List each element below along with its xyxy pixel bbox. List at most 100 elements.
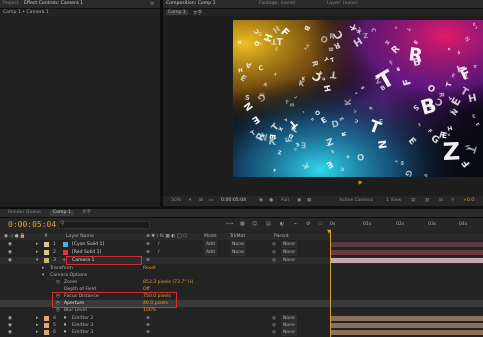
- layout-icon[interactable]: ▤: [411, 198, 415, 204]
- roi-icon[interactable]: ▣: [297, 198, 301, 204]
- composition-mini-flowchart-icon[interactable]: ⟷: [226, 221, 233, 227]
- resolution-dropdown[interactable]: Full: [281, 198, 289, 204]
- shy-switch-icon[interactable]: ⊕: [146, 315, 150, 322]
- snapshot-icon[interactable]: ◉: [259, 198, 263, 204]
- quality-switch-icon[interactable]: /: [158, 249, 160, 256]
- property-value[interactable]: Reset: [143, 265, 156, 272]
- property-value[interactable]: 100%: [143, 307, 156, 314]
- layer-duration-bar[interactable]: [330, 316, 483, 321]
- shy-switch-icon[interactable]: ⊕: [146, 257, 150, 264]
- layer-name[interactable]: Emitter 3: [72, 329, 93, 336]
- parent-dropdown[interactable]: None: [281, 257, 297, 264]
- layer-name[interactable]: [Cyan Solid 1]: [72, 241, 104, 248]
- expand-triangle-icon[interactable]: ▸: [42, 265, 44, 272]
- active-camera-dropdown[interactable]: Active Camera: [339, 198, 373, 204]
- tab-composition[interactable]: Composition: Comp 1: [166, 1, 216, 7]
- channel-icon[interactable]: ●: [269, 198, 273, 204]
- parent-pickwhip-icon[interactable]: ◎: [272, 315, 276, 322]
- timeline-timecode[interactable]: 0:00:05:04: [8, 220, 56, 229]
- tab-effect-controls[interactable]: Effect Controls: Camera 1: [24, 1, 83, 7]
- parent-pickwhip-icon[interactable]: ◎: [272, 257, 276, 264]
- property-zoom[interactable]: ◷ Zoom 853.3 pixels (73.7° H): [0, 279, 483, 286]
- tab-comp-1[interactable]: Comp 1: [50, 210, 74, 216]
- tab-project[interactable]: Project: [3, 1, 19, 7]
- parent-dropdown[interactable]: None: [281, 329, 297, 336]
- visibility-eye-icon[interactable]: ◉: [8, 241, 12, 248]
- parent-dropdown[interactable]: None: [281, 249, 297, 256]
- expand-triangle-icon[interactable]: ▸: [36, 249, 38, 256]
- label-color-swatch[interactable]: [44, 258, 49, 263]
- expand-triangle-icon[interactable]: ▸: [36, 322, 38, 329]
- label-color-swatch[interactable]: [44, 250, 49, 255]
- parent-pickwhip-icon[interactable]: ◎: [272, 249, 276, 256]
- blend-mode-dropdown[interactable]: Add: [204, 249, 217, 256]
- fast-preview-icon[interactable]: ⚲: [451, 198, 454, 204]
- collapse-triangle-icon[interactable]: ▾: [36, 257, 38, 264]
- panel-menu-icon[interactable]: ≡: [150, 1, 154, 7]
- stopwatch-icon[interactable]: ◷: [56, 279, 60, 286]
- comp-timecode[interactable]: 0:00:05:04: [221, 198, 246, 204]
- time-indicator-head-icon[interactable]: ▼: [327, 229, 331, 235]
- layer-duration-bar[interactable]: [330, 330, 483, 335]
- hide-shy-icon[interactable]: ☺: [252, 221, 257, 227]
- parent-pickwhip-icon[interactable]: ◎: [272, 322, 276, 329]
- tab-render-queue[interactable]: Render Queue: [8, 210, 41, 216]
- visibility-eye-icon[interactable]: ◉: [8, 249, 12, 256]
- time-ruler[interactable]: 0s 01s 02s 03s 04s: [328, 222, 483, 231]
- layer-name[interactable]: Emitter 2: [72, 315, 93, 322]
- visibility-eye-icon[interactable]: ◉: [8, 329, 12, 336]
- layer-row-emitter-3b[interactable]: ◉ ▸ 6 ♦ Emitter 3 ⊕ ◎ None: [0, 329, 483, 336]
- frame-blending-icon[interactable]: ▤: [266, 221, 271, 227]
- quality-switch-icon[interactable]: /: [158, 241, 160, 248]
- layer-row-2[interactable]: ◉ ▸ 2 [Red Solid 1] ⊕ / Add None ◎ None: [0, 249, 483, 256]
- layer-duration-bar[interactable]: [330, 242, 483, 247]
- shy-switch-icon[interactable]: ⊕: [146, 249, 150, 256]
- transparency-icon[interactable]: ▦: [307, 198, 311, 204]
- layer-name[interactable]: [Red Solid 1]: [72, 249, 101, 256]
- shy-switch-icon[interactable]: ⊕: [146, 322, 150, 329]
- graph-editor-icon[interactable]: ⌁: [294, 221, 297, 227]
- label-color-swatch[interactable]: [44, 316, 49, 321]
- visibility-eye-icon[interactable]: ◉: [8, 257, 12, 264]
- blend-mode-dropdown[interactable]: Add: [204, 241, 217, 248]
- zoom-chevron-icon[interactable]: ▾: [189, 198, 191, 204]
- shy-switch-icon[interactable]: ⊕: [146, 329, 150, 336]
- parent-pickwhip-icon[interactable]: ◎: [272, 241, 276, 248]
- expand-triangle-icon[interactable]: ▸: [36, 241, 38, 248]
- layer-row-emitter-3[interactable]: ◉ ▸ 5 ♦ Emitter 3 ⊕ ◎ None: [0, 322, 483, 329]
- motion-blur-icon[interactable]: ◐: [280, 221, 284, 227]
- parent-dropdown[interactable]: None: [281, 241, 297, 248]
- comp-breadcrumb[interactable]: Comp 1: [166, 10, 188, 15]
- parent-dropdown[interactable]: None: [281, 315, 297, 322]
- layer-duration-bar[interactable]: [330, 250, 483, 255]
- layer-duration-bar[interactable]: [330, 258, 483, 263]
- tab-layer[interactable]: Layer: (none): [327, 1, 358, 7]
- collapse-triangle-icon[interactable]: ▾: [42, 272, 44, 279]
- layer-search-input[interactable]: [58, 221, 150, 229]
- composition-viewer[interactable]: TRBTZFTHERFGBSOTECZREFCDEHKTANXTHERFGBSO…: [233, 20, 483, 177]
- layer-name[interactable]: Emitter 3: [72, 322, 93, 329]
- visibility-eye-icon[interactable]: ◉: [8, 322, 12, 329]
- trkmat-dropdown[interactable]: None: [230, 241, 246, 248]
- mask-icon[interactable]: ▭: [209, 198, 213, 204]
- expand-triangle-icon[interactable]: ▸: [36, 329, 38, 336]
- render-icon[interactable]: ▥: [425, 198, 429, 204]
- property-blur-level[interactable]: ◷ Blur Level 100%: [0, 307, 483, 314]
- parent-pickwhip-icon[interactable]: ◎: [272, 329, 276, 336]
- visibility-eye-icon[interactable]: ◉: [8, 315, 12, 322]
- brainstorm-icon[interactable]: ⚙: [306, 221, 310, 227]
- property-camera-options[interactable]: ▾ Camera Options: [0, 272, 483, 279]
- parent-dropdown[interactable]: None: [281, 322, 297, 329]
- label-color-swatch[interactable]: [44, 330, 49, 335]
- view-layout-dropdown[interactable]: 1 View: [386, 198, 401, 204]
- draft-3d-icon[interactable]: ▩: [240, 221, 245, 227]
- tab-text-comp[interactable]: 文字: [82, 210, 91, 216]
- shy-switch-icon[interactable]: ⊕: [146, 241, 150, 248]
- layer-duration-bar[interactable]: [330, 323, 483, 328]
- exposure-value[interactable]: +0.0: [463, 198, 474, 204]
- property-transform[interactable]: ▸ Transform Reset: [0, 265, 483, 272]
- column-layer-name[interactable]: Layer Name: [66, 233, 94, 240]
- zoom-dropdown[interactable]: 50%: [171, 198, 181, 204]
- grid-icon[interactable]: ⊞: [199, 198, 203, 204]
- stopwatch-icon[interactable]: ◷: [56, 307, 60, 314]
